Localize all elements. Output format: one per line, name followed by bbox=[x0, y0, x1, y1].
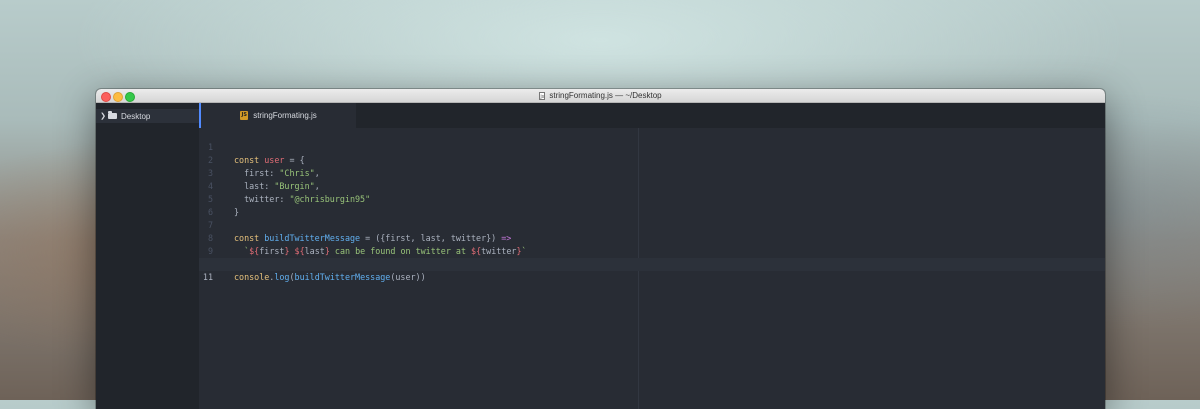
tab-label: stringFormating.js bbox=[253, 111, 317, 120]
folder-icon bbox=[108, 111, 117, 119]
line-number: 11 bbox=[202, 272, 213, 282]
code-line[interactable]: 3 last: "Burgin", bbox=[199, 154, 1105, 191]
chevron-right-icon[interactable]: ❯ bbox=[98, 112, 108, 120]
code-text[interactable]: console.log(buildTwitterMessage(user)) bbox=[234, 271, 426, 284]
code-line[interactable]: 7 const buildTwitterMessage = ({first, l… bbox=[199, 206, 1105, 243]
tab-bar: JS stringFormating.js bbox=[199, 103, 1105, 128]
tree-item-desktop[interactable]: ❯ Desktop bbox=[96, 109, 199, 123]
code-editor[interactable]: 1 const user = { 2 first: "Chris", 3 las… bbox=[199, 128, 1105, 409]
editor-window: js stringFormating.js — ~/Desktop ❯ Desk… bbox=[96, 89, 1105, 409]
window-title: js stringFormating.js — ~/Desktop bbox=[96, 89, 1105, 102]
file-icon: js bbox=[539, 91, 546, 100]
code-line[interactable]: 4 twitter: "@chrisburgin95" bbox=[199, 167, 1105, 204]
tab-stringformating-js[interactable]: JS stringFormating.js bbox=[199, 103, 356, 128]
code-line[interactable]: 1 const user = { bbox=[199, 128, 1105, 165]
window-title-text: stringFormating.js — ~/Desktop bbox=[549, 91, 662, 100]
js-file-icon: JS bbox=[240, 111, 249, 120]
code-line[interactable]: 8 `${first} ${last} can be found on twit… bbox=[199, 219, 1105, 256]
tree-view: ❯ Desktop bbox=[96, 103, 199, 409]
code-line[interactable]: 10 console.log(buildTwitterMessage(user)… bbox=[199, 245, 1105, 282]
code-line[interactable]: 2 first: "Chris", bbox=[199, 141, 1105, 178]
code-line[interactable]: 9 bbox=[199, 232, 1105, 256]
code-line[interactable]: 5 } bbox=[199, 180, 1105, 217]
code-line-active[interactable]: 11 bbox=[199, 258, 1105, 282]
code-line[interactable]: 6 bbox=[199, 193, 1105, 217]
tree-item-label: Desktop bbox=[121, 111, 151, 121]
title-bar: js stringFormating.js — ~/Desktop bbox=[96, 89, 1105, 103]
